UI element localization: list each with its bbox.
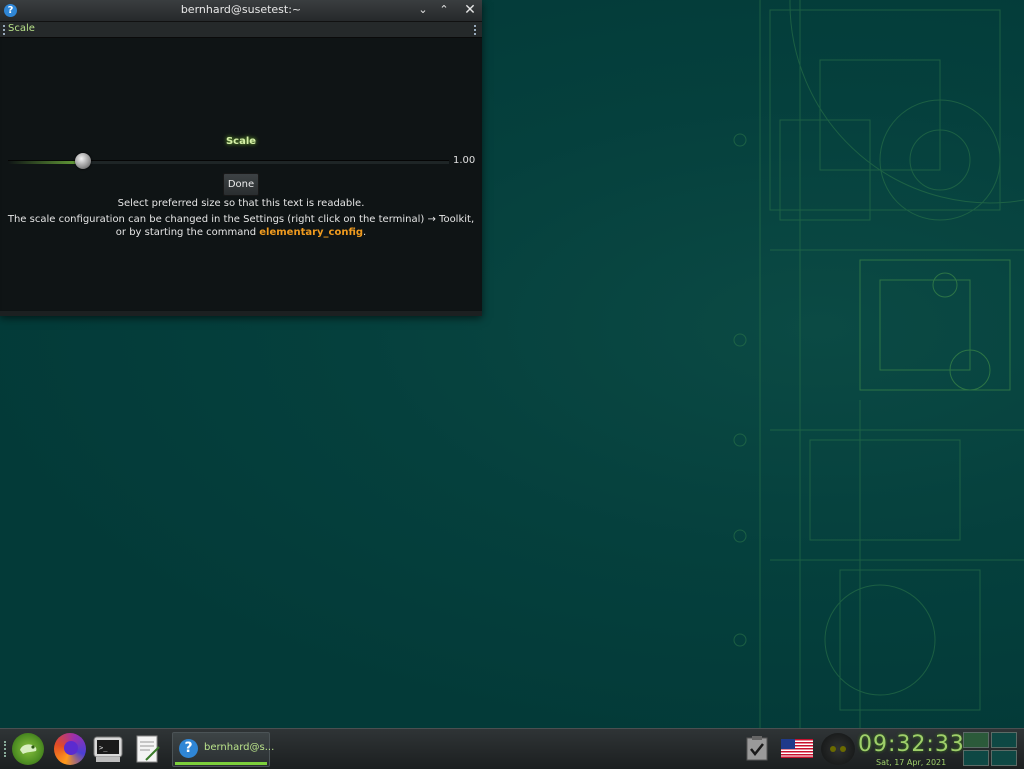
us-flag-icon[interactable]	[781, 739, 813, 758]
desktop-3[interactable]	[963, 750, 989, 766]
blueprint-wallpaper	[733, 0, 1024, 728]
terminal-window[interactable]: ? bernhard@susetest:~ ⌄ ⌃ ✕ Scale Scale …	[0, 0, 482, 316]
settings-hint-prefix: The scale configuration can be changed i…	[7, 214, 475, 238]
scale-heading: Scale	[225, 136, 257, 147]
clock-time[interactable]: 09:32:33	[858, 732, 965, 757]
tab-menu-handle[interactable]	[474, 25, 478, 35]
text-editor-icon[interactable]	[132, 733, 164, 765]
maximize-button[interactable]: ⌃	[435, 2, 453, 18]
scale-slider-knob[interactable]	[74, 153, 91, 169]
instruction-text: Select preferred size so that this text …	[117, 198, 365, 209]
svg-text:>_: >_	[99, 744, 108, 752]
eyes-icon[interactable]	[821, 733, 855, 765]
desktop-2[interactable]	[991, 732, 1017, 748]
suse-menu-icon[interactable]	[12, 733, 44, 765]
scale-slider-value: 1.00	[453, 155, 476, 166]
clipboard-check-icon[interactable]	[746, 735, 768, 761]
scale-dialog: Scale 1.00 Done Select preferred size so…	[2, 38, 480, 310]
tab-drag-handle[interactable]	[3, 25, 7, 35]
taskbar-handle[interactable]	[4, 741, 8, 757]
settings-hint-text: The scale configuration can be changed i…	[2, 213, 480, 239]
desktop-1[interactable]	[963, 732, 989, 748]
desktop-pager[interactable]	[963, 732, 1019, 766]
firefox-icon[interactable]	[54, 733, 86, 765]
window-titlebar[interactable]: ? bernhard@susetest:~ ⌄ ⌃ ✕	[0, 0, 482, 22]
close-button[interactable]: ✕	[461, 2, 479, 18]
tab-scale[interactable]: Scale	[8, 23, 35, 34]
window-title: bernhard@susetest:~	[180, 3, 302, 16]
terminal-tab-bar[interactable]: Scale	[0, 22, 482, 38]
taskbar-task-terminal[interactable]: ? bernhard@s...	[172, 732, 274, 767]
scale-slider-fill	[8, 161, 83, 164]
taskbar: >_ ? bernhard@s... 09:32:33 Sat, 17 Apr,…	[0, 728, 1024, 769]
window-bottom-border	[0, 311, 482, 316]
desktop-4[interactable]	[991, 750, 1017, 766]
config-command: elementary_config	[259, 227, 364, 238]
help-icon: ?	[179, 739, 198, 758]
minimize-button[interactable]: ⌄	[414, 2, 432, 18]
terminal-icon[interactable]: >_	[92, 733, 124, 765]
done-button[interactable]: Done	[223, 173, 259, 196]
settings-hint-suffix: .	[363, 227, 367, 238]
task-label: bernhard@s...	[204, 742, 275, 753]
clock-date: Sat, 17 Apr, 2021	[876, 758, 947, 767]
task-active-indicator	[175, 762, 267, 765]
